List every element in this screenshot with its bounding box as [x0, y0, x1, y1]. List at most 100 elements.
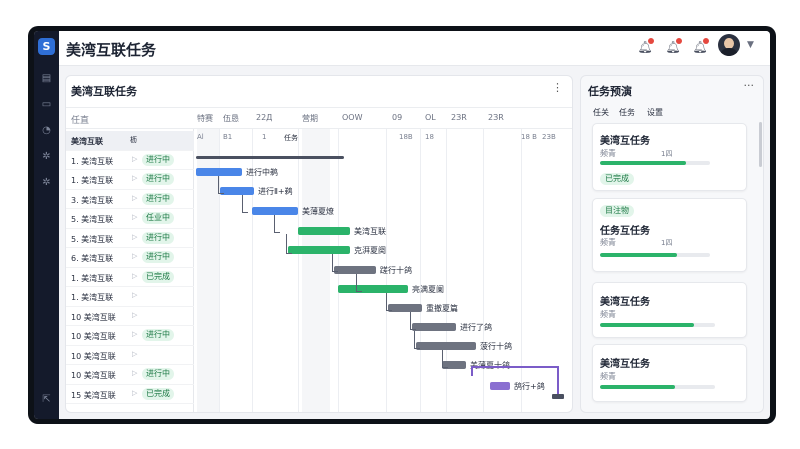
task-name: 10 美湾互联	[71, 351, 116, 361]
status-badge: 目注物	[600, 205, 634, 217]
dependency-connector	[442, 350, 448, 368]
scrollbar[interactable]	[759, 122, 762, 167]
table-row[interactable]: 美湾互联 枥	[66, 131, 194, 151]
tab-tasks[interactable]: 任务	[619, 107, 635, 118]
gantt-panel: 美湾互联任务 ⋮ 任直 特赛 伍恳 22Д 营期 OOW 09 OL 2ЗR 2…	[65, 75, 573, 413]
task-extra: 枥	[130, 136, 137, 144]
table-row[interactable]: 10 美湾互联 ▷	[66, 307, 194, 326]
app-logo-icon[interactable]: S	[38, 38, 55, 55]
progress-bar	[600, 323, 715, 327]
bell-icon[interactable]: 🔔︎	[665, 38, 682, 55]
timeline-subheader: 2ЗB	[542, 133, 556, 141]
gantt-bar[interactable]	[416, 342, 476, 350]
task-name: 10 美湾互联	[71, 312, 116, 322]
tab-settings[interactable]: 设置	[647, 107, 663, 118]
play-icon[interactable]: ▷	[132, 311, 137, 319]
table-row[interactable]: 10 美湾互联 ▷ 进行中	[66, 365, 194, 385]
bell-icon[interactable]: 🔔︎	[637, 38, 654, 55]
status-badge: 已完成	[142, 387, 174, 400]
gantt-bar[interactable]	[196, 168, 242, 176]
card-label: 频青	[600, 238, 616, 247]
preview-panel: 任务预演 ··· 任关 任务 设置 美湾互任务 频青 1四 已完成 目注物 任务…	[580, 75, 764, 413]
table-row[interactable]: 1. 美湾互联 ▷	[66, 287, 194, 307]
table-row[interactable]: 1. 美湾互联 ▷ 进行中	[66, 170, 194, 190]
avatar[interactable]	[718, 34, 740, 56]
status-badge: 任业中	[142, 212, 174, 224]
play-icon[interactable]: ▷	[132, 369, 137, 377]
settings-icon[interactable]: ✲	[40, 150, 53, 163]
task-card[interactable]: 目注物 任务互任务 频青 1四	[592, 198, 747, 272]
play-icon[interactable]: ▷	[132, 174, 137, 182]
status-badge: 进行中	[142, 192, 174, 205]
export-icon[interactable]: ⇱	[40, 393, 53, 406]
play-icon[interactable]: ▷	[132, 233, 137, 241]
milestone-marker[interactable]	[552, 394, 564, 399]
dependency-connector	[356, 274, 362, 292]
table-row[interactable]: 3. 美湾互联 ▷ 进行中	[66, 190, 194, 209]
table-row[interactable]: 1. 美湾互联 ▷ 进行中	[66, 151, 194, 170]
gantt-bar[interactable]	[490, 382, 510, 390]
table-row[interactable]: 15 美湾互联 ▷ 已完成	[66, 385, 194, 404]
layout-icon[interactable]: ▭	[40, 98, 53, 111]
gantt-bar[interactable]	[388, 304, 422, 312]
play-icon[interactable]: ▷	[132, 291, 137, 299]
play-icon[interactable]: ▷	[132, 330, 137, 338]
play-icon[interactable]: ▷	[132, 272, 137, 280]
gantt-bar-label: 美湾互联	[354, 227, 386, 236]
gantt-bar[interactable]	[338, 285, 408, 293]
tab-overview[interactable]: 任关	[593, 107, 609, 118]
card-title: 美湾互任务	[600, 297, 650, 308]
status-badge: 已完成	[142, 270, 174, 283]
gantt-bar[interactable]	[220, 187, 254, 195]
table-row[interactable]: 1. 美湾互联 ▷ 已完成	[66, 268, 194, 287]
progress-fill	[600, 161, 686, 165]
more-icon[interactable]: ···	[744, 79, 755, 92]
timeline-header: 22Д	[256, 113, 273, 122]
gantt-bar-label: 进行了鸽	[460, 323, 492, 332]
chevron-down-icon[interactable]: ▼	[747, 40, 754, 50]
task-card[interactable]: 美湾互任务 频青	[592, 282, 747, 338]
more-icon[interactable]: ⋮	[552, 81, 563, 94]
table-row[interactable]: 6. 美湾互联 ▷ 进行中	[66, 248, 194, 268]
gantt-bar-label: 进行Ⅱ+鹈	[258, 187, 293, 196]
task-name: 1. 美湾互联	[71, 176, 114, 185]
gantt-bar[interactable]	[298, 227, 350, 235]
gantt-bar[interactable]	[412, 323, 456, 331]
dependency-connector	[218, 176, 224, 194]
timeline-subheader: 1	[262, 133, 267, 141]
play-icon[interactable]: ▷	[132, 155, 137, 163]
status-badge: 进行中	[142, 368, 174, 380]
preview-title: 任务预演	[588, 85, 632, 98]
gantt-bar-label: 菠行十鸽	[480, 342, 512, 351]
card-title: 美湾互任务	[600, 359, 650, 370]
play-icon[interactable]: ▷	[132, 252, 137, 260]
gear-icon[interactable]: ✲	[40, 176, 53, 189]
dependency-connector	[410, 312, 416, 330]
table-row[interactable]: 10 美湾互联 ▷ 进行中	[66, 326, 194, 346]
table-row[interactable]: 5. 美湾互联 ▷ 任业中	[66, 209, 194, 229]
gantt-bar-label: 重撤夏篇	[426, 304, 458, 313]
card-label: 频青	[600, 310, 616, 319]
task-name: 1. 美湾互联	[71, 273, 114, 283]
table-row[interactable]: 10 美湾互联 ▷	[66, 346, 194, 365]
bell-icon[interactable]: 🔔︎	[692, 38, 709, 55]
dashboard-icon[interactable]: ▤	[40, 72, 53, 85]
task-name: 5. 美湾互联	[71, 234, 114, 244]
gantt-bar[interactable]	[288, 246, 350, 254]
table-row[interactable]: 5. 美湾互联 ▷ 进行中	[66, 229, 194, 248]
play-icon[interactable]: ▷	[132, 213, 137, 221]
gantt-bar[interactable]	[252, 207, 298, 215]
timeline-subheader: 18В	[399, 133, 413, 141]
play-icon[interactable]: ▷	[132, 389, 137, 397]
gantt-bar-label: 美薄夏燎	[302, 207, 334, 216]
gantt-bar-label: 进行中鹈	[246, 168, 278, 177]
task-card[interactable]: 美湾互任务 频青	[592, 344, 747, 402]
status-badge: 进行中	[142, 251, 174, 263]
chart-icon[interactable]: ◔	[40, 124, 53, 137]
summary-bar[interactable]	[196, 156, 344, 159]
play-icon[interactable]: ▷	[132, 350, 137, 358]
gantt-bar[interactable]	[334, 266, 376, 274]
task-card[interactable]: 美湾互任务 频青 1四 已完成	[592, 123, 747, 191]
dependency-connector	[286, 234, 292, 254]
play-icon[interactable]: ▷	[132, 194, 137, 202]
